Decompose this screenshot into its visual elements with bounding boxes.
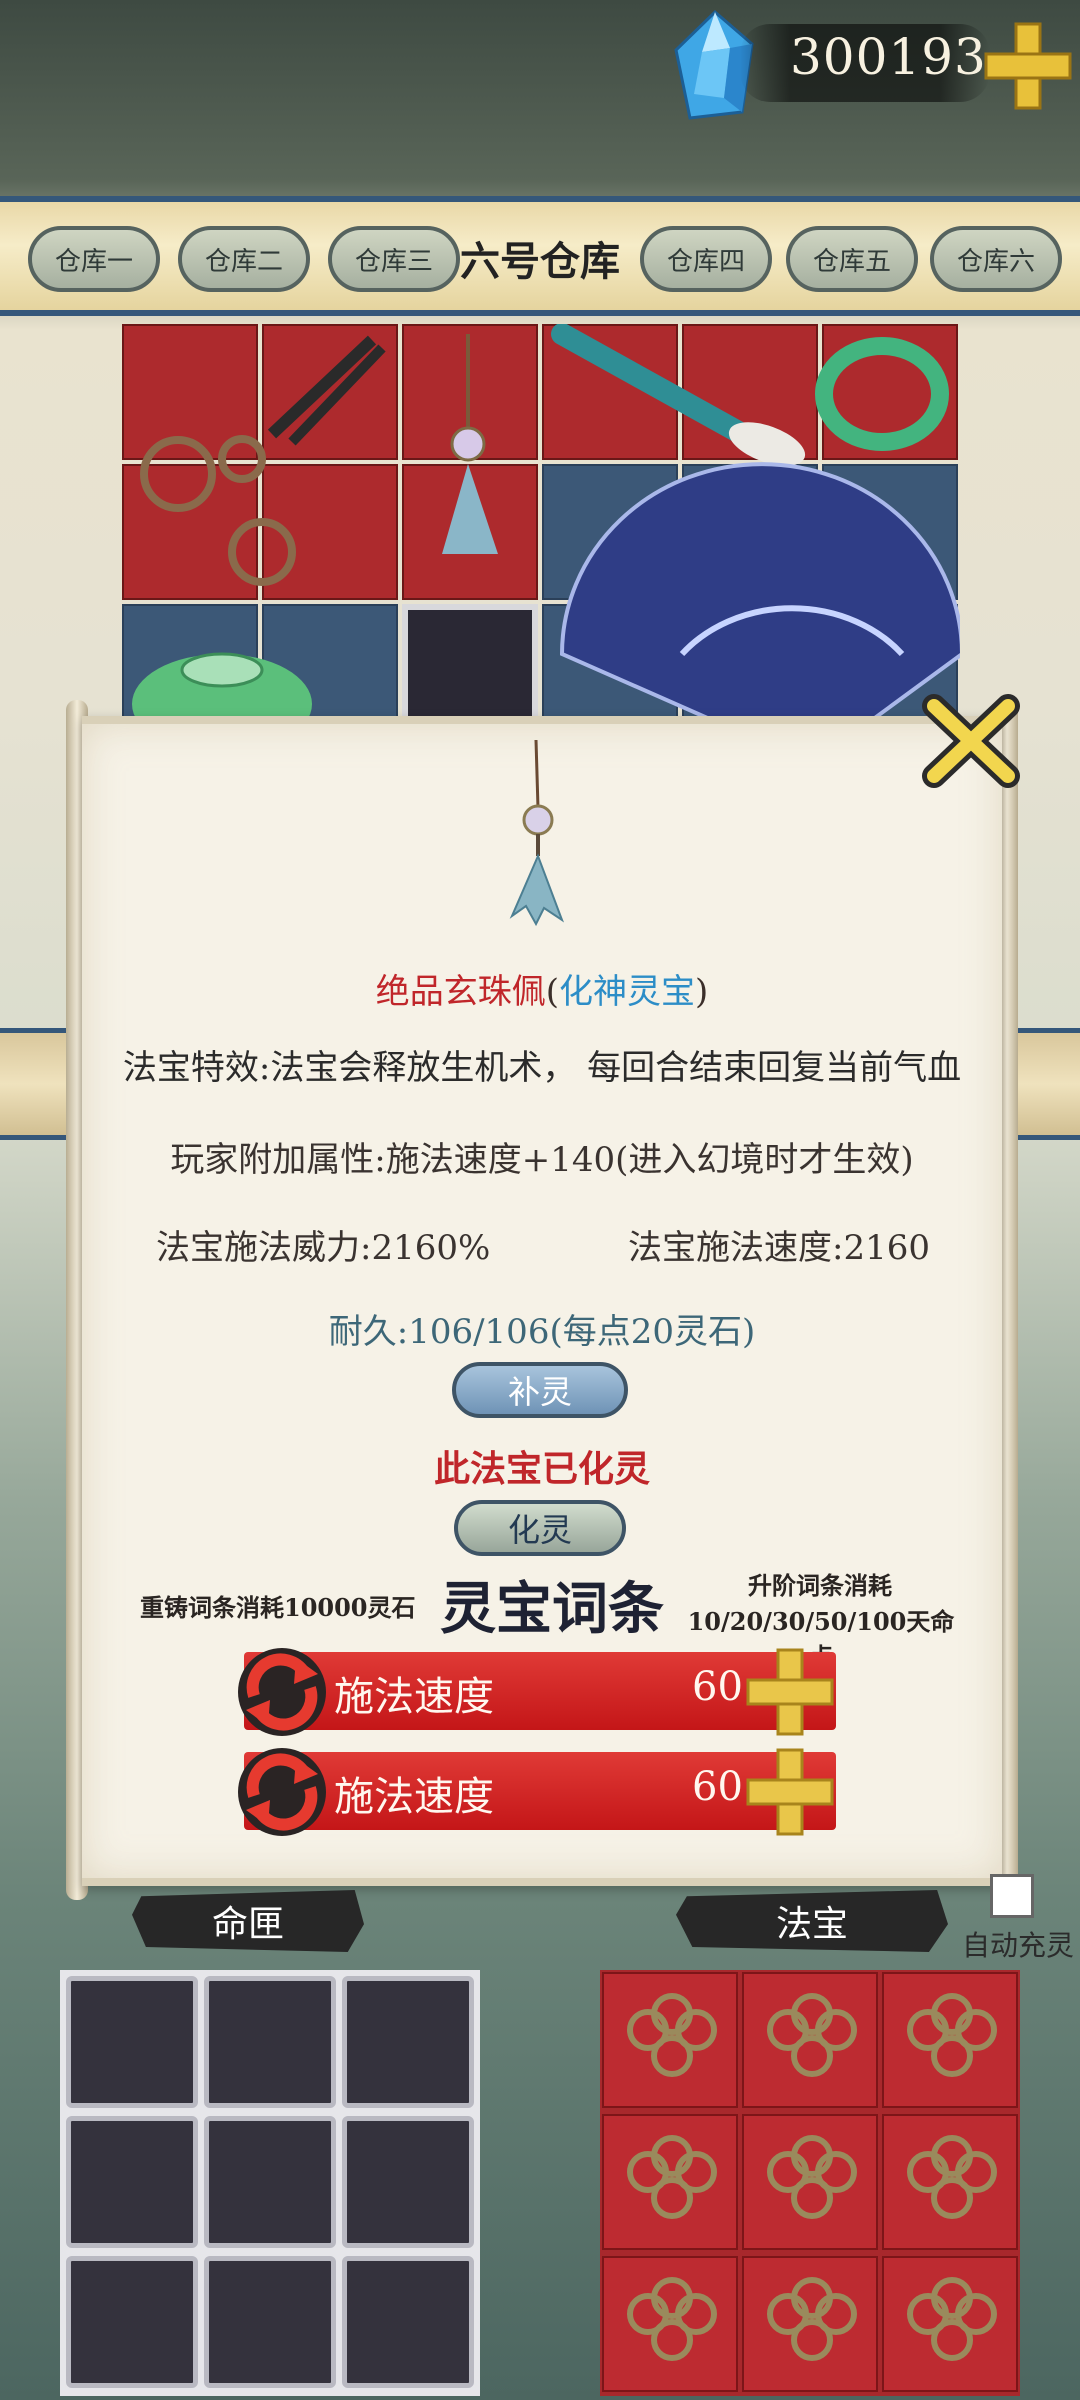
- affix-section-title: 灵宝词条: [440, 1576, 664, 1642]
- coin-string-icons: [627, 1993, 997, 2361]
- cast-speed: 法宝施法速度:2160: [628, 1228, 930, 1268]
- add-currency-icon[interactable]: [980, 18, 1076, 114]
- upgrade-plus-icon[interactable]: [744, 1646, 836, 1738]
- coin-string-icon: [907, 2135, 997, 2219]
- tab-warehouse-2[interactable]: 仓库二: [178, 226, 310, 292]
- affix-name: 施法速度: [334, 1774, 494, 1820]
- reforge-cost: 重铸词条消耗10000灵石: [140, 1593, 416, 1622]
- close-icon[interactable]: [918, 690, 1026, 790]
- item-title: 绝品玄珠佩(化神灵宝): [82, 964, 1002, 1013]
- coin-string-icon: [627, 2135, 717, 2219]
- inventory-items-art: [132, 324, 960, 724]
- tab-warehouse-6[interactable]: 仓库六: [930, 226, 1062, 292]
- tab-warehouse-3[interactable]: 仓库三: [328, 226, 460, 292]
- item-type: 化神灵宝: [559, 972, 695, 1012]
- auto-recharge-checkbox[interactable]: [990, 1874, 1034, 1918]
- durability: 耐久:106/106(每点20灵石): [328, 1312, 756, 1352]
- coin-string-icon: [767, 2135, 857, 2219]
- transformed-status: 此法宝已化灵: [433, 1448, 650, 1490]
- item-effect: 法宝特效:法宝会释放生机术， 每回合结束回复当前气血: [122, 1048, 962, 1088]
- tab-warehouse-5[interactable]: 仓库五: [786, 226, 918, 292]
- folding-fan-icon: [559, 462, 960, 724]
- cast-power: 法宝施法威力:2160%: [156, 1228, 491, 1268]
- tab-warehouse-6-active[interactable]: 六号仓库: [460, 228, 620, 288]
- destiny-slot[interactable]: [204, 2116, 336, 2248]
- lotus-icon: [132, 652, 312, 724]
- treasure-grid: [600, 1970, 1020, 2396]
- jade-bracelet-icon: [815, 337, 949, 451]
- upgrade-cost-label: 升阶词条消耗: [748, 1571, 892, 1600]
- upgrade-plus-icon[interactable]: [744, 1746, 836, 1838]
- destiny-slot[interactable]: [66, 1976, 198, 2108]
- coin-string-icon: [767, 2277, 857, 2361]
- coin-string-icon: [767, 1993, 857, 2077]
- brush-icon: [551, 324, 806, 466]
- affix-name: 施法速度: [334, 1674, 494, 1720]
- coin-string-icon: [627, 2277, 717, 2361]
- item-name: 绝品玄珠佩: [375, 972, 546, 1012]
- destiny-slot[interactable]: [66, 2116, 198, 2248]
- affix-value: 60: [692, 1664, 743, 1710]
- tab-warehouse-4[interactable]: 仓库四: [640, 226, 772, 292]
- side-ribbon-left: [0, 1028, 76, 1140]
- destiny-slot[interactable]: [342, 2116, 474, 2248]
- destiny-box-grid: [60, 1970, 480, 2396]
- recharge-button[interactable]: 补灵: [452, 1362, 628, 1418]
- coin-string-icon: [907, 1993, 997, 2077]
- destiny-slot[interactable]: [66, 2256, 198, 2388]
- destiny-slot[interactable]: [204, 1976, 336, 2108]
- destiny-slot[interactable]: [342, 1976, 474, 2108]
- paren-close: ): [695, 972, 709, 1012]
- auto-recharge-label: 自动充灵: [962, 1929, 1075, 1962]
- inventory-grid: [122, 324, 960, 740]
- affix-value: 60: [692, 1764, 743, 1810]
- reroll-icon[interactable]: [234, 1644, 330, 1740]
- currency-amount: 300193: [790, 28, 987, 86]
- reroll-icon[interactable]: [234, 1744, 330, 1840]
- destiny-box-title: 命匣: [132, 1890, 364, 1952]
- player-bonus: 玩家附加属性:施法速度+140(进入幻境时才生效): [170, 1140, 914, 1180]
- scissors-icon: [140, 335, 386, 586]
- jade-pendant-icon: [442, 334, 498, 554]
- transform-button[interactable]: 化灵: [454, 1500, 626, 1556]
- destiny-slot[interactable]: [204, 2256, 336, 2388]
- coin-string-icon: [907, 2277, 997, 2361]
- paren-open: (: [545, 972, 559, 1012]
- jade-pendant-icon: [509, 739, 565, 927]
- coin-string-icon: [627, 1993, 717, 2077]
- treasure-title: 法宝: [676, 1890, 948, 1952]
- destiny-slot[interactable]: [342, 2256, 474, 2388]
- tab-warehouse-1[interactable]: 仓库一: [28, 226, 160, 292]
